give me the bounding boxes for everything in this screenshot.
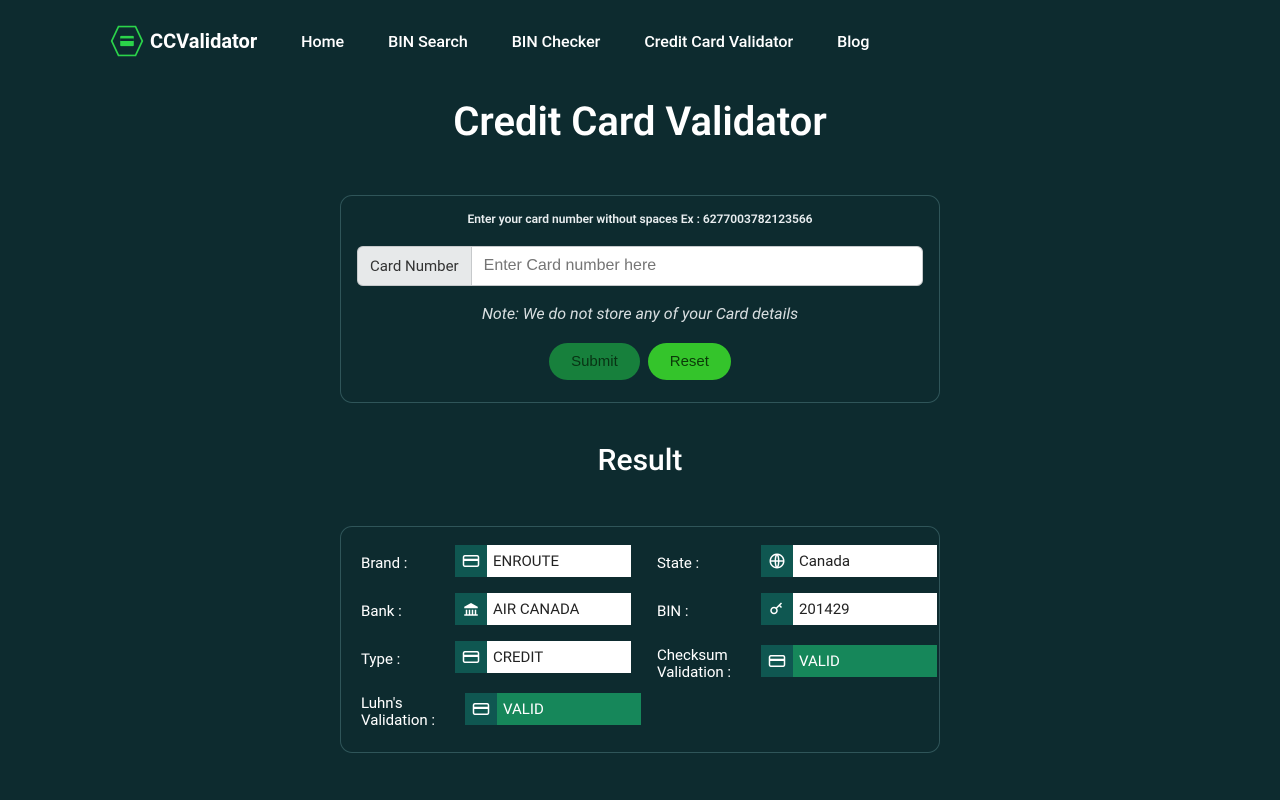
label-brand: Brand : (361, 549, 441, 572)
field-luhns: Luhn's Validation : VALID (361, 689, 641, 730)
card-number-prefix: Card Number (357, 246, 471, 286)
field-bin: BIN : 201429 (657, 593, 937, 625)
form-note: Note: We do not store any of your Card d… (357, 304, 923, 323)
result-heading: Result (0, 443, 1280, 478)
field-bank: Bank : AIR CANADA (361, 593, 641, 625)
label-state: State : (657, 549, 747, 572)
card-icon (465, 693, 497, 725)
label-bin: BIN : (657, 597, 747, 620)
form-instruction: Enter your card number without spaces Ex… (357, 212, 923, 226)
label-type: Type : (361, 645, 441, 668)
value-bin: 201429 (793, 593, 937, 625)
value-state: Canada (793, 545, 937, 577)
card-icon (455, 545, 487, 577)
validator-form-panel: Enter your card number without spaces Ex… (340, 195, 940, 403)
reset-button[interactable]: Reset (648, 343, 731, 380)
card-icon (455, 641, 487, 673)
brand-hexagon-icon (110, 24, 144, 58)
value-luhns: VALID (497, 693, 641, 725)
nav-bin-checker[interactable]: BIN Checker (512, 32, 601, 51)
result-panel: Brand : ENROUTE Bank : AIR CANADA Type : (340, 526, 940, 753)
card-number-group: Card Number (357, 246, 923, 286)
header: CCValidator Home BIN Search BIN Checker … (0, 0, 1280, 68)
field-checksum: Checksum Validation : VALID (657, 641, 937, 682)
nav-bin-search[interactable]: BIN Search (388, 32, 468, 51)
value-brand: ENROUTE (487, 545, 631, 577)
brand-name: CCValidator (150, 29, 257, 53)
nav-cc-validator[interactable]: Credit Card Validator (644, 32, 793, 51)
globe-icon (761, 545, 793, 577)
value-bank: AIR CANADA (487, 593, 631, 625)
value-type: CREDIT (487, 641, 631, 673)
key-icon (761, 593, 793, 625)
card-number-input[interactable] (471, 246, 923, 286)
submit-button[interactable]: Submit (549, 343, 640, 380)
field-state: State : Canada (657, 545, 937, 577)
label-bank: Bank : (361, 597, 441, 620)
card-icon (761, 645, 793, 677)
field-type: Type : CREDIT (361, 641, 641, 673)
nav-blog[interactable]: Blog (837, 32, 869, 51)
brand-logo[interactable]: CCValidator (110, 24, 257, 58)
label-luhns: Luhn's Validation : (361, 689, 451, 730)
nav-home[interactable]: Home (301, 32, 344, 51)
bank-icon (455, 593, 487, 625)
main-nav: Home BIN Search BIN Checker Credit Card … (301, 32, 869, 51)
page-title: Credit Card Validator (0, 98, 1280, 145)
label-checksum: Checksum Validation : (657, 641, 747, 682)
value-checksum: VALID (793, 645, 937, 677)
field-brand: Brand : ENROUTE (361, 545, 641, 577)
